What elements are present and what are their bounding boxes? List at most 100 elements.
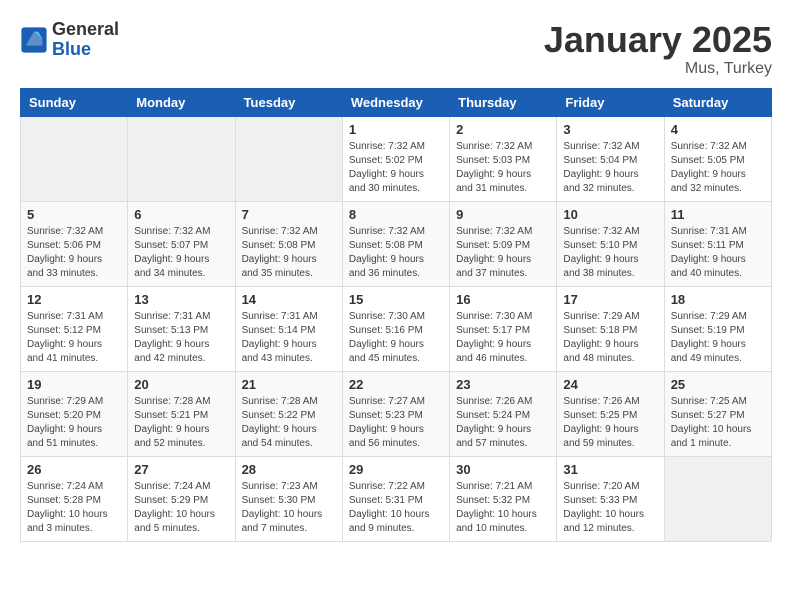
day-info: Sunrise: 7:31 AM Sunset: 5:14 PM Dayligh… xyxy=(242,310,336,366)
page-header: General Blue January 2025 Mus, Turkey xyxy=(20,20,772,78)
day-number: 18 xyxy=(671,292,765,307)
day-info: Sunrise: 7:32 AM Sunset: 5:08 PM Dayligh… xyxy=(242,225,336,281)
table-row: 5Sunrise: 7:32 AM Sunset: 5:06 PM Daylig… xyxy=(21,201,128,286)
day-info: Sunrise: 7:32 AM Sunset: 5:09 PM Dayligh… xyxy=(456,225,550,281)
day-info: Sunrise: 7:29 AM Sunset: 5:20 PM Dayligh… xyxy=(27,395,121,451)
day-number: 25 xyxy=(671,377,765,392)
day-number: 13 xyxy=(134,292,228,307)
day-info: Sunrise: 7:28 AM Sunset: 5:21 PM Dayligh… xyxy=(134,395,228,451)
day-number: 8 xyxy=(349,207,443,222)
day-number: 5 xyxy=(27,207,121,222)
table-row: 15Sunrise: 7:30 AM Sunset: 5:16 PM Dayli… xyxy=(342,286,449,371)
table-row: 12 Sunrise: 7:31 AM Sunset: 5:12 PM Dayli… xyxy=(21,286,128,371)
day-number: 31 xyxy=(563,462,657,477)
logo-icon xyxy=(20,26,48,54)
day-number: 22 xyxy=(349,377,443,392)
logo: General Blue xyxy=(20,20,119,60)
day-info: Sunrise: 7:30 AM Sunset: 5:17 PM Dayligh… xyxy=(456,310,550,366)
logo-blue-text: Blue xyxy=(52,39,91,59)
day-number: 2 xyxy=(456,122,550,137)
day-info: Sunrise: 7:29 AM Sunset: 5:18 PM Dayligh… xyxy=(563,310,657,366)
day-number: 4 xyxy=(671,122,765,137)
logo-general-text: General xyxy=(52,19,119,39)
table-row: 26 Sunrise: 7:24 AM Sunset: 5:28 PM Dayli… xyxy=(21,456,128,541)
table-row: 9 Sunrise: 7:32 AM Sunset: 5:09 PM Daylig… xyxy=(450,201,557,286)
calendar-week-row: 5Sunrise: 7:32 AM Sunset: 5:06 PM Daylig… xyxy=(21,201,772,286)
table-row: 11 Sunrise: 7:31 AM Sunset: 5:11 PM Dayli… xyxy=(664,201,771,286)
day-number: 9 xyxy=(456,207,550,222)
calendar-week-row: 1 Sunrise: 7:32 AM Sunset: 5:02 PM Daylig… xyxy=(21,116,772,201)
table-row: 16 Sunrise: 7:30 AM Sunset: 5:17 PM Dayli… xyxy=(450,286,557,371)
header-wednesday: Wednesday xyxy=(342,88,449,116)
header-friday: Friday xyxy=(557,88,664,116)
day-number: 27 xyxy=(134,462,228,477)
table-row: 8 Sunrise: 7:32 AM Sunset: 5:08 PM Daylig… xyxy=(342,201,449,286)
day-info: Sunrise: 7:32 AM Sunset: 5:07 PM Dayligh… xyxy=(134,225,228,281)
table-row: 6 Sunrise: 7:32 AM Sunset: 5:07 PM Daylig… xyxy=(128,201,235,286)
table-row: 18 Sunrise: 7:29 AM Sunset: 5:19 PM Dayli… xyxy=(664,286,771,371)
table-row: 25 Sunrise: 7:25 AM Sunset: 5:27 PM Dayli… xyxy=(664,371,771,456)
day-info: Sunrise: 7:32 AM Sunset: 5:08 PM Dayligh… xyxy=(349,225,443,281)
calendar-table: Sunday Monday Tuesday Wednesday Thursday… xyxy=(20,88,772,542)
weekday-header-row: Sunday Monday Tuesday Wednesday Thursday… xyxy=(21,88,772,116)
day-number: 29 xyxy=(349,462,443,477)
title-block: January 2025 Mus, Turkey xyxy=(544,20,772,78)
day-info: Sunrise: 7:29 AM Sunset: 5:19 PM Dayligh… xyxy=(671,310,765,366)
table-row xyxy=(128,116,235,201)
day-number: 24 xyxy=(563,377,657,392)
day-info: Sunrise: 7:24 AM Sunset: 5:28 PM Dayligh… xyxy=(27,480,121,536)
day-number: 16 xyxy=(456,292,550,307)
table-row: 2 Sunrise: 7:32 AM Sunset: 5:03 PM Daylig… xyxy=(450,116,557,201)
day-number: 7 xyxy=(242,207,336,222)
day-info: Sunrise: 7:26 AM Sunset: 5:25 PM Dayligh… xyxy=(563,395,657,451)
day-info: Sunrise: 7:22 AM Sunset: 5:31 PM Dayligh… xyxy=(349,480,443,536)
day-info: Sunrise: 7:25 AM Sunset: 5:27 PM Dayligh… xyxy=(671,395,765,451)
day-number: 10 xyxy=(563,207,657,222)
table-row: 20Sunrise: 7:28 AM Sunset: 5:21 PM Dayli… xyxy=(128,371,235,456)
table-row: 1 Sunrise: 7:32 AM Sunset: 5:02 PM Daylig… xyxy=(342,116,449,201)
day-number: 23 xyxy=(456,377,550,392)
table-row xyxy=(235,116,342,201)
day-number: 6 xyxy=(134,207,228,222)
calendar-week-row: 12 Sunrise: 7:31 AM Sunset: 5:12 PM Dayli… xyxy=(21,286,772,371)
table-row: 19 Sunrise: 7:29 AM Sunset: 5:20 PM Dayli… xyxy=(21,371,128,456)
table-row: 27 Sunrise: 7:24 AM Sunset: 5:29 PM Dayli… xyxy=(128,456,235,541)
calendar-subtitle: Mus, Turkey xyxy=(544,60,772,78)
day-info: Sunrise: 7:32 AM Sunset: 5:05 PM Dayligh… xyxy=(671,140,765,196)
day-info: Sunrise: 7:28 AM Sunset: 5:22 PM Dayligh… xyxy=(242,395,336,451)
day-info: Sunrise: 7:32 AM Sunset: 5:10 PM Dayligh… xyxy=(563,225,657,281)
day-info: Sunrise: 7:27 AM Sunset: 5:23 PM Dayligh… xyxy=(349,395,443,451)
calendar-title: January 2025 xyxy=(544,20,772,60)
table-row: 23Sunrise: 7:26 AM Sunset: 5:24 PM Dayli… xyxy=(450,371,557,456)
table-row: 29 Sunrise: 7:22 AM Sunset: 5:31 PM Dayli… xyxy=(342,456,449,541)
day-number: 30 xyxy=(456,462,550,477)
calendar-week-row: 26 Sunrise: 7:24 AM Sunset: 5:28 PM Dayli… xyxy=(21,456,772,541)
day-number: 3 xyxy=(563,122,657,137)
table-row: 31Sunrise: 7:20 AM Sunset: 5:33 PM Dayli… xyxy=(557,456,664,541)
table-row: 28Sunrise: 7:23 AM Sunset: 5:30 PM Dayli… xyxy=(235,456,342,541)
day-info: Sunrise: 7:32 AM Sunset: 5:03 PM Dayligh… xyxy=(456,140,550,196)
day-number: 12 xyxy=(27,292,121,307)
table-row: 17Sunrise: 7:29 AM Sunset: 5:18 PM Dayli… xyxy=(557,286,664,371)
calendar-week-row: 19 Sunrise: 7:29 AM Sunset: 5:20 PM Dayli… xyxy=(21,371,772,456)
day-info: Sunrise: 7:32 AM Sunset: 5:02 PM Dayligh… xyxy=(349,140,443,196)
day-info: Sunrise: 7:31 AM Sunset: 5:11 PM Dayligh… xyxy=(671,225,765,281)
day-number: 11 xyxy=(671,207,765,222)
header-sunday: Sunday xyxy=(21,88,128,116)
header-saturday: Saturday xyxy=(664,88,771,116)
day-number: 1 xyxy=(349,122,443,137)
table-row xyxy=(664,456,771,541)
day-info: Sunrise: 7:23 AM Sunset: 5:30 PM Dayligh… xyxy=(242,480,336,536)
day-number: 21 xyxy=(242,377,336,392)
table-row: 10 Sunrise: 7:32 AM Sunset: 5:10 PM Dayli… xyxy=(557,201,664,286)
day-info: Sunrise: 7:32 AM Sunset: 5:04 PM Dayligh… xyxy=(563,140,657,196)
day-number: 26 xyxy=(27,462,121,477)
day-info: Sunrise: 7:24 AM Sunset: 5:29 PM Dayligh… xyxy=(134,480,228,536)
table-row: 14Sunrise: 7:31 AM Sunset: 5:14 PM Dayli… xyxy=(235,286,342,371)
header-monday: Monday xyxy=(128,88,235,116)
day-info: Sunrise: 7:31 AM Sunset: 5:12 PM Dayligh… xyxy=(27,310,121,366)
table-row: 13Sunrise: 7:31 AM Sunset: 5:13 PM Dayli… xyxy=(128,286,235,371)
day-number: 19 xyxy=(27,377,121,392)
table-row: 3 Sunrise: 7:32 AM Sunset: 5:04 PM Daylig… xyxy=(557,116,664,201)
day-info: Sunrise: 7:21 AM Sunset: 5:32 PM Dayligh… xyxy=(456,480,550,536)
